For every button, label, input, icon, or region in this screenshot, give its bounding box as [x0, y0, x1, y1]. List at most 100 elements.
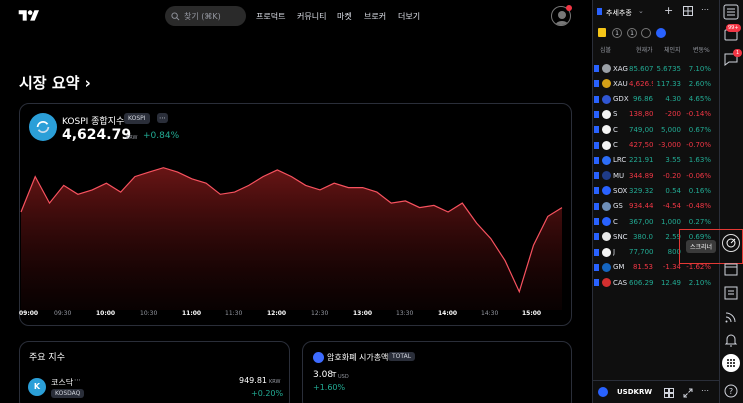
symbol-logo-icon [602, 79, 611, 89]
kosdaq-logo-icon: K [28, 378, 46, 396]
more-options-icon[interactable]: ⋯ [701, 5, 709, 14]
row-symbol[interactable]: MU [613, 172, 629, 180]
watchlist-row[interactable]: S 138,80 -200 -0.14% [592, 107, 719, 122]
row-change-pct: 7.10% [688, 64, 711, 73]
row-symbol[interactable]: XAU [613, 80, 629, 88]
row-change-pct: -0.48% [686, 202, 711, 211]
footer-more-icon[interactable]: ⋯ [701, 386, 709, 395]
row-symbol[interactable]: GDX [613, 95, 629, 103]
row-flag-icon[interactable] [594, 141, 599, 149]
row-flag-icon[interactable] [594, 65, 599, 72]
news-icon[interactable] [723, 285, 739, 301]
row-symbol[interactable]: SNC [613, 233, 629, 241]
symbol-logo-icon [602, 94, 611, 104]
tag-chip-1[interactable]: 1 [612, 28, 622, 38]
row-symbol[interactable]: GS [613, 202, 629, 210]
index-area-chart[interactable] [19, 150, 572, 310]
header-change[interactable]: 체인지 [664, 45, 681, 54]
nav-markets[interactable]: 마켓 [337, 11, 352, 22]
crypto-market-cap-card[interactable] [302, 341, 572, 403]
header-last[interactable]: 현재가 [636, 45, 653, 54]
market-summary-title[interactable]: 시장 요약 › [19, 72, 91, 93]
row-symbol[interactable]: SOX [613, 187, 629, 195]
row-symbol[interactable]: CAS [613, 279, 629, 287]
row-last-price: 329.32 [629, 186, 653, 195]
row-flag-icon[interactable] [594, 187, 599, 195]
watchlist-title[interactable]: 추세추종 [606, 8, 632, 18]
kosdaq-name[interactable]: 코스닥 [51, 377, 73, 388]
symbol-logo-icon [602, 64, 611, 73]
watchlist-row[interactable]: MU 344.89 -0.20 -0.06% [592, 168, 719, 183]
row-change: 2.59 [665, 232, 681, 241]
row-flag-icon[interactable] [594, 218, 599, 225]
rss-feed-icon[interactable] [723, 309, 739, 325]
row-change: -3,000 [658, 141, 681, 149]
row-flag-icon[interactable] [594, 202, 599, 210]
nav-products[interactable]: 프로덕트 [256, 11, 285, 22]
help-icon[interactable]: ? [723, 383, 739, 399]
calendar-icon[interactable] [723, 261, 739, 277]
x-tick-label: 13:00 [353, 310, 373, 317]
index-more-button[interactable]: ⋯ [157, 113, 168, 123]
row-flag-icon[interactable] [594, 172, 599, 180]
header-change-pct[interactable]: 변동% [693, 45, 710, 54]
footer-symbol[interactable]: USDKRW [617, 388, 652, 396]
watchlist-icon[interactable] [723, 4, 739, 20]
row-symbol[interactable]: GM [613, 263, 629, 271]
watchlist-row[interactable]: XAU4,626.9117.33 2.60% [592, 76, 719, 91]
row-flag-icon[interactable] [594, 263, 599, 271]
watchlist-row[interactable]: C 427,50 -3,000 -0.70% [592, 138, 719, 153]
row-change-pct: 0.67% [688, 125, 711, 134]
row-last-price: 427,50 [629, 141, 653, 149]
row-symbol[interactable]: S [613, 110, 629, 118]
row-change: 3.55 [665, 156, 681, 165]
row-flag-icon[interactable] [594, 126, 599, 134]
row-flag-icon[interactable] [594, 110, 599, 118]
nav-community[interactable]: 커뮤니티 [297, 11, 326, 22]
chevron-down-icon[interactable]: ⌄ [638, 7, 644, 15]
row-symbol[interactable]: XAG [613, 65, 629, 73]
watchlist-row[interactable]: SOX 329.32 0.54 0.16% [592, 183, 719, 198]
row-symbol[interactable]: C [613, 126, 629, 134]
nav-more[interactable]: 더보기 [398, 11, 420, 22]
index-name[interactable]: KOSPI 종합지수 [62, 114, 124, 127]
watchlist-row[interactable]: XAG 85.607 5.6735 7.10% [592, 61, 719, 76]
row-flag-icon[interactable] [594, 279, 599, 287]
tag-chip-active[interactable] [656, 28, 666, 38]
row-symbol[interactable]: C [613, 141, 629, 149]
header-symbol[interactable]: 심볼 [600, 45, 611, 54]
apps-grid-icon[interactable] [722, 354, 740, 372]
row-change: 5,000 [660, 125, 681, 134]
add-symbol-icon[interactable]: + [664, 4, 673, 17]
x-tick-label: 11:30 [225, 310, 243, 317]
watchlist-row[interactable]: C 749,00 5,000 0.67% [592, 122, 719, 137]
notification-bell-icon[interactable] [723, 332, 739, 348]
kosdaq-more-button[interactable]: ⋯ [74, 376, 81, 384]
row-flag-icon[interactable] [594, 156, 599, 164]
watchlist-row[interactable]: GDX 96.86 4.30 4.65% [592, 92, 719, 107]
search-box[interactable]: 찾기 (⌘K) [165, 6, 246, 26]
row-symbol[interactable]: C [613, 218, 629, 226]
row-symbol[interactable]: J [613, 248, 629, 256]
expand-icon[interactable] [683, 388, 693, 398]
tag-chip-3[interactable] [641, 28, 651, 38]
crypto-title[interactable]: 암호화폐 시가총액 [327, 352, 388, 363]
row-flag-icon[interactable] [594, 95, 599, 103]
nav-brokers[interactable]: 브로커 [364, 11, 386, 22]
watchlist-row[interactable]: CAS 606.29 12.49 2.10% [592, 275, 719, 290]
symbol-logo-icon [602, 155, 611, 165]
watchlist-row[interactable]: LRC 221.91 3.55 1.63% [592, 153, 719, 168]
tradingview-logo-icon[interactable] [17, 8, 41, 24]
watchlist-row[interactable]: GS 934.44 -4.54 -0.48% [592, 199, 719, 214]
flag-filter-icon[interactable] [598, 28, 606, 37]
row-flag-icon[interactable] [594, 248, 599, 256]
row-symbol[interactable]: LRC [613, 156, 629, 164]
row-change: 800 [667, 248, 681, 257]
row-last-price: 4,626.9 [629, 79, 653, 88]
row-flag-icon[interactable] [594, 233, 599, 241]
row-flag-icon[interactable] [594, 80, 599, 88]
layout-icon[interactable] [664, 388, 674, 398]
tag-chip-2[interactable]: 1 [627, 28, 637, 38]
grid-layout-icon[interactable] [683, 6, 693, 16]
watchlist-row[interactable]: C 367,00 1,000 0.27% [592, 214, 719, 229]
